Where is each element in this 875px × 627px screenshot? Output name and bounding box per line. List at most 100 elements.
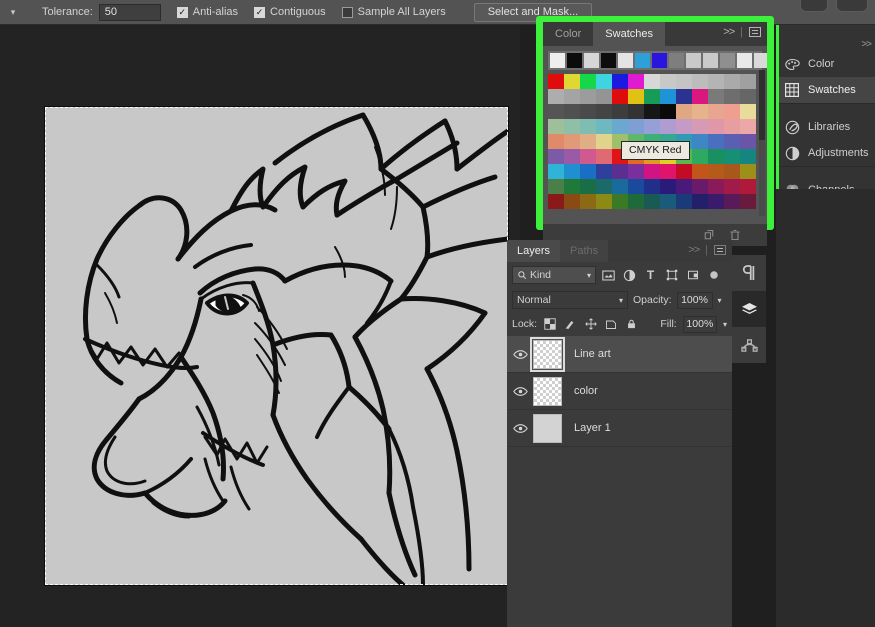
swatch-cell[interactable]	[692, 134, 708, 149]
swatch-cell[interactable]	[596, 179, 612, 194]
type-layer-filter-icon[interactable]: T	[642, 267, 659, 284]
swatch-cell[interactable]	[601, 53, 616, 68]
swatch-cell[interactable]	[708, 104, 724, 119]
swatch-cell[interactable]	[596, 134, 612, 149]
swatch-cell[interactable]	[724, 104, 740, 119]
layer-name[interactable]: color	[574, 385, 598, 397]
layer-thumbnail[interactable]	[533, 376, 562, 406]
adjustment-layer-filter-icon[interactable]	[621, 267, 638, 284]
swatch-cell[interactable]	[724, 194, 740, 209]
swatch-cell[interactable]	[644, 89, 660, 104]
swatch-cell[interactable]	[612, 194, 628, 209]
swatch-cell[interactable]	[548, 74, 564, 89]
swatch-cell[interactable]	[564, 179, 580, 194]
swatch-cell[interactable]	[692, 89, 708, 104]
swatch-cell[interactable]	[660, 89, 676, 104]
swatch-cell[interactable]	[548, 194, 564, 209]
swatch-cell[interactable]	[564, 74, 580, 89]
swatch-cell[interactable]	[754, 53, 767, 68]
swatch-cell[interactable]	[644, 104, 660, 119]
top-stub-left[interactable]	[800, 0, 828, 12]
swatch-cell[interactable]	[676, 89, 692, 104]
tab-paths[interactable]: Paths	[560, 240, 609, 262]
swatch-cell[interactable]	[580, 89, 596, 104]
swatch-cell[interactable]	[703, 53, 718, 68]
swatches-panel[interactable]: Color Swatches >> | CMYK Red	[543, 22, 767, 224]
swatch-cell[interactable]	[596, 119, 612, 134]
layer-name[interactable]: Layer 1	[574, 422, 611, 434]
lock-position-icon[interactable]	[584, 317, 598, 332]
swatch-cell[interactable]	[580, 149, 596, 164]
swatch-cell[interactable]	[548, 149, 564, 164]
swatch-cell[interactable]	[628, 179, 644, 194]
swatch-cell[interactable]	[724, 89, 740, 104]
swatch-cell[interactable]	[580, 74, 596, 89]
swatches-grid-body[interactable]: CMYK Red	[543, 46, 767, 224]
swatch-cell[interactable]	[692, 104, 708, 119]
swatch-cell[interactable]	[612, 104, 628, 119]
swatch-cell[interactable]	[635, 53, 650, 68]
swatch-cell[interactable]	[584, 53, 599, 68]
swatch-cell[interactable]	[644, 194, 660, 209]
swatch-cell[interactable]	[628, 164, 644, 179]
swatch-cell[interactable]	[692, 179, 708, 194]
layer-name[interactable]: Line art	[574, 348, 611, 360]
layers-stack-icon[interactable]	[732, 291, 766, 327]
swatch-cell[interactable]	[564, 194, 580, 209]
table-row[interactable]: color	[507, 373, 732, 410]
paragraph-icon[interactable]	[732, 255, 766, 291]
swatch-cell[interactable]	[676, 194, 692, 209]
swatch-cell[interactable]	[676, 164, 692, 179]
swatch-cell[interactable]	[628, 119, 644, 134]
eye-icon[interactable]	[507, 349, 533, 360]
swatch-cell[interactable]	[548, 134, 564, 149]
swatch-cell[interactable]	[740, 164, 756, 179]
swatch-cell[interactable]	[676, 179, 692, 194]
swatch-cell[interactable]	[740, 179, 756, 194]
swatch-cell[interactable]	[618, 53, 633, 68]
swatch-cell[interactable]	[550, 53, 565, 68]
swatch-cell[interactable]	[628, 89, 644, 104]
swatch-cell[interactable]	[692, 164, 708, 179]
swatch-cell[interactable]	[596, 149, 612, 164]
swatch-cell[interactable]	[612, 119, 628, 134]
swatch-cell[interactable]	[580, 104, 596, 119]
swatch-cell[interactable]	[660, 164, 676, 179]
hamburger-menu-icon[interactable]	[714, 245, 726, 255]
swatch-cell[interactable]	[708, 179, 724, 194]
dock-item-swatches[interactable]: Swatches	[776, 77, 875, 103]
sample-all-layers-checkbox[interactable]: Sample All Layers	[341, 6, 446, 18]
lock-all-icon[interactable]	[624, 317, 638, 332]
blend-mode-dropdown[interactable]: Normal ▾	[512, 291, 628, 309]
filter-toggle-icon[interactable]	[705, 267, 722, 284]
chevron-down-icon[interactable]: ▾	[718, 296, 722, 305]
swatch-cell[interactable]	[692, 74, 708, 89]
lock-artboard-icon[interactable]	[604, 317, 618, 332]
swatch-cell[interactable]	[708, 119, 724, 134]
collapse-panel-icon[interactable]: >>	[688, 244, 700, 256]
tab-swatches[interactable]: Swatches	[593, 22, 665, 46]
swatch-cell[interactable]	[564, 164, 580, 179]
dock-item-color[interactable]: Color	[776, 51, 875, 77]
table-row[interactable]: Line art	[507, 336, 732, 373]
swatch-cell[interactable]	[596, 194, 612, 209]
swatch-cell[interactable]	[564, 89, 580, 104]
chevron-down-icon[interactable]: ▾	[619, 296, 623, 305]
checkbox-box[interactable]	[341, 6, 353, 18]
dock-item-libraries[interactable]: Libraries	[776, 114, 875, 140]
swatch-cell[interactable]	[740, 149, 756, 164]
swatch-cell[interactable]	[724, 179, 740, 194]
swatch-cell[interactable]	[660, 74, 676, 89]
swatch-cell[interactable]	[612, 74, 628, 89]
swatch-cell[interactable]	[708, 89, 724, 104]
shape-layer-filter-icon[interactable]	[663, 267, 680, 284]
swatch-cell[interactable]	[708, 164, 724, 179]
swatch-top-row[interactable]	[548, 51, 767, 70]
swatch-cell[interactable]	[628, 74, 644, 89]
swatch-cell[interactable]	[740, 89, 756, 104]
canvas-area[interactable]	[0, 25, 520, 627]
eye-icon[interactable]	[507, 386, 533, 397]
swatch-cell[interactable]	[564, 119, 580, 134]
swatch-cell[interactable]	[580, 134, 596, 149]
top-stub-right[interactable]	[836, 0, 868, 12]
